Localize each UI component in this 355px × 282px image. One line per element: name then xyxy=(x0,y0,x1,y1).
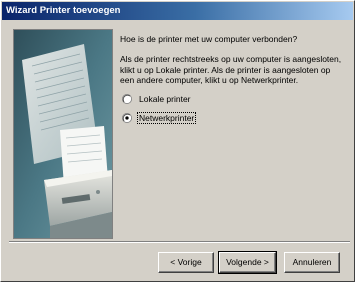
button-separator xyxy=(9,241,350,243)
info-line: een andere computer, klikt u op Netwerkp… xyxy=(120,75,299,85)
printer-illustration-icon xyxy=(14,30,112,238)
radio-button-icon[interactable] xyxy=(122,94,132,104)
next-button[interactable]: Volgende > xyxy=(218,251,277,274)
info-line: klikt u op Lokale printer. Als de printe… xyxy=(120,64,331,75)
back-button[interactable]: < Vorige xyxy=(158,252,214,273)
local-printer-label[interactable]: Lokale printer xyxy=(138,94,192,104)
title-bar[interactable]: Wizard Printer toevoegen xyxy=(2,2,353,20)
connection-info: Als de printer rechtstreeks op uw comput… xyxy=(120,54,352,86)
network-printer-label[interactable]: Netwerkprinter xyxy=(136,112,197,124)
window-title: Wizard Printer toevoegen xyxy=(6,5,121,16)
wizard-illustration xyxy=(13,29,113,239)
info-line: Als de printer rechtstreeks op uw comput… xyxy=(120,54,342,64)
connection-question: Hoe is de printer met uw computer verbon… xyxy=(120,34,298,44)
radio-button-selected-icon[interactable] xyxy=(122,113,132,123)
wizard-window: Wizard Printer toevoegen Hoe is de print… xyxy=(0,0,355,282)
cancel-button[interactable]: Annuleren xyxy=(284,252,340,273)
